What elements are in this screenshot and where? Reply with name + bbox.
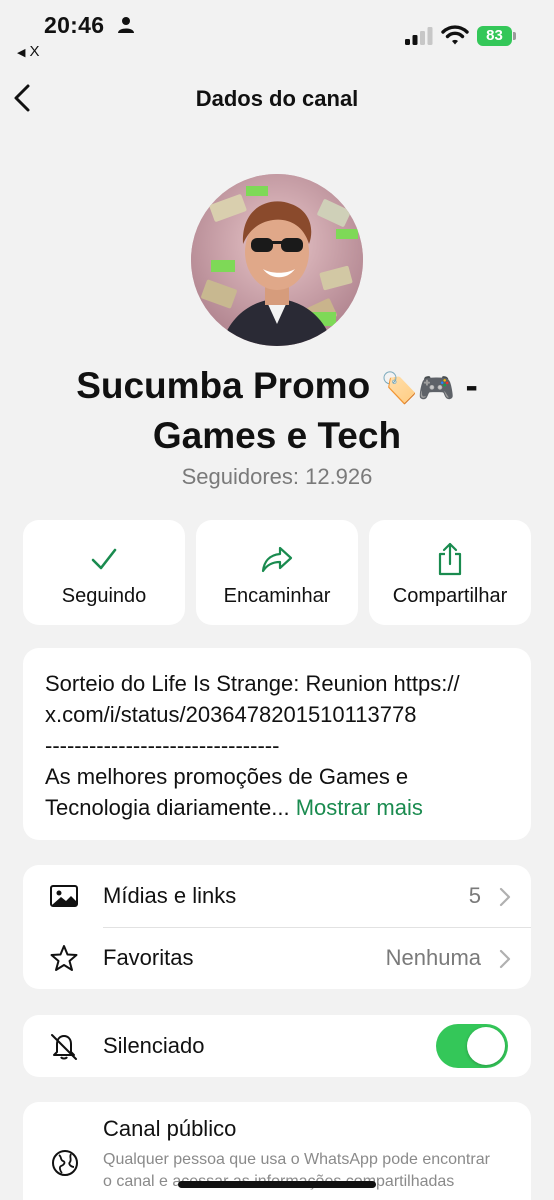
description-separator: -------------------------------- — [45, 733, 280, 758]
followers-count: Seguidores: 12.926 — [181, 464, 373, 489]
back-app-label: X — [29, 43, 40, 60]
channel-avatar[interactable] — [191, 174, 363, 346]
channel-name-part1: Sucumba Promo — [76, 365, 371, 406]
share-icon — [438, 542, 462, 576]
home-indicator — [178, 1181, 376, 1188]
cellular-signal-icon — [405, 27, 433, 45]
share-button[interactable]: Compartilhar — [369, 520, 531, 625]
battery-indicator: 83 — [477, 26, 517, 46]
show-more-link[interactable]: Mostrar mais — [296, 795, 423, 820]
back-triangle-icon: ◀ — [17, 47, 26, 59]
media-links-count: 5 — [468, 883, 481, 908]
mute-label: Silenciado — [103, 1033, 205, 1058]
mute-row: Silenciado — [23, 1015, 531, 1077]
page-title: Dados do canal — [195, 86, 359, 111]
checkmark-icon — [91, 548, 117, 570]
status-bar: 20:46 ◀ X 83 — [0, 0, 554, 62]
following-label: Seguindo — [61, 585, 147, 607]
battery-level: 83 — [477, 26, 512, 46]
battery-tip — [513, 32, 516, 40]
favorites-label: Favoritas — [103, 945, 194, 970]
status-time: 20:46 — [44, 12, 105, 38]
public-channel-title: Canal público — [103, 1116, 237, 1141]
channel-name-dash: - — [465, 365, 478, 406]
channel-name-line2: Games e Tech — [152, 415, 402, 456]
share-label: Compartilhar — [392, 585, 508, 607]
following-button[interactable]: Seguindo — [23, 520, 185, 625]
channel-info-list: Mídias e links 5 Favoritas Nenhuma — [23, 865, 531, 989]
star-icon — [50, 945, 78, 971]
description-line: Tecnologia diariamente... Mostrar mais — [45, 792, 509, 823]
back-to-app-link[interactable]: ◀ X — [17, 43, 39, 60]
channel-avatar-image — [191, 174, 363, 346]
media-links-row[interactable]: Mídias e links 5 — [23, 865, 531, 928]
globe-icon — [52, 1150, 78, 1176]
chevron-right-icon — [499, 949, 511, 969]
wifi-icon — [441, 25, 469, 45]
forward-button[interactable]: Encaminhar — [196, 520, 358, 625]
channel-description: Sorteio do Life Is Strange: Reunion http… — [23, 648, 531, 840]
person-icon — [118, 17, 134, 33]
description-line: Sorteio do Life Is Strange: Reunion http… — [45, 671, 460, 696]
media-links-label: Mídias e links — [103, 883, 237, 908]
description-text: Tecnologia diariamente... — [45, 795, 290, 820]
favorites-value: Nenhuma — [385, 945, 481, 970]
chevron-right-icon — [499, 887, 511, 907]
forward-icon — [261, 546, 293, 573]
favorites-row[interactable]: Favoritas Nenhuma — [23, 927, 531, 989]
description-line: As melhores promoções de Games e — [45, 764, 409, 789]
bell-muted-icon — [51, 1034, 77, 1060]
forward-label: Encaminhar — [223, 585, 331, 607]
toggle-knob — [467, 1027, 505, 1065]
image-icon — [50, 885, 78, 907]
channel-name-emoji: 🏷️🎮 — [380, 371, 456, 406]
channel-name: Sucumba Promo 🏷️🎮 - Games e Tech — [20, 362, 534, 459]
mute-toggle[interactable] — [436, 1024, 508, 1068]
description-link[interactable]: x.com/i/status/2036478201510113778 — [45, 699, 509, 730]
